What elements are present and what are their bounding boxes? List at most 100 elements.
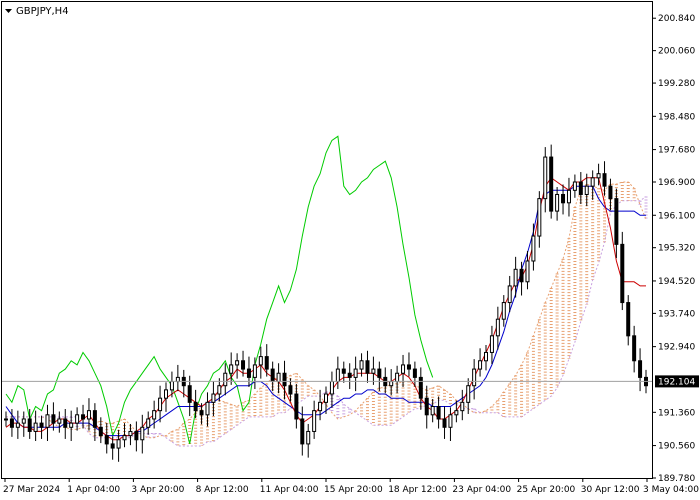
- candle-body: [258, 356, 263, 366]
- candle-body: [632, 335, 637, 362]
- y-tick-label: 197.680: [658, 146, 695, 156]
- candle-body: [501, 302, 506, 320]
- x-tick-label: 1 Apr 04:00: [67, 485, 120, 495]
- candle-body: [264, 356, 269, 370]
- candle-body: [75, 414, 80, 424]
- x-tick-label: 3 Apr 20:00: [131, 485, 184, 495]
- x-tick-label: 8 Apr 12:00: [196, 485, 249, 495]
- x-tick-label: 30 Apr 12:00: [581, 485, 640, 495]
- candle-body: [436, 405, 441, 420]
- candle-body: [241, 360, 246, 370]
- candle-body: [169, 381, 174, 391]
- x-tick-label: 11 Apr 04:00: [260, 485, 319, 495]
- x-tick-label: 25 Apr 20:00: [517, 485, 576, 495]
- candle-body: [365, 360, 370, 374]
- candle-body: [104, 435, 109, 445]
- price-chart[interactable]: 200.840 200.060 199.280 198.480 197.680 196.9…: [0, 0, 700, 500]
- candle-body: [235, 360, 240, 366]
- candle-body: [282, 372, 287, 387]
- y-tick-label: 191.360: [658, 408, 695, 418]
- candle-body: [140, 426, 145, 441]
- candle-body: [561, 193, 566, 204]
- candle-body: [300, 418, 305, 445]
- candle-body: [395, 372, 400, 383]
- candle-body: [406, 364, 411, 370]
- candle-body: [572, 181, 577, 191]
- candle-body: [116, 439, 121, 449]
- candle-body: [484, 351, 488, 362]
- candle-body: [57, 418, 62, 424]
- candle-body: [626, 302, 631, 337]
- candle-body: [430, 405, 435, 416]
- candle-body: [318, 401, 323, 412]
- price-tag-label: 192.104: [658, 377, 695, 387]
- candle-body: [442, 418, 447, 428]
- candle-body: [418, 376, 423, 399]
- candle-body: [525, 260, 530, 283]
- candle-body: [152, 410, 157, 420]
- y-tick-label: 192.940: [658, 343, 695, 353]
- candle-body: [4, 418, 8, 421]
- x-tick-label: 23 Apr 04:00: [452, 485, 511, 495]
- y-tick-label: 196.900: [658, 178, 695, 188]
- candle-body: [39, 422, 44, 428]
- candle-body: [306, 430, 311, 445]
- candle-body: [454, 410, 459, 416]
- x-tick-label: 27 Mar 2024: [3, 485, 60, 495]
- candle-body: [110, 443, 115, 449]
- y-tick-label: 199.280: [658, 79, 695, 89]
- candle-body: [324, 393, 328, 403]
- candle-body: [543, 156, 548, 200]
- candle-body: [584, 185, 589, 195]
- candle-body: [205, 401, 210, 416]
- candle-body: [424, 397, 429, 416]
- candle-body: [566, 189, 571, 204]
- y-tick-label: 193.740: [658, 309, 695, 319]
- candle-body: [294, 393, 299, 420]
- price-axis[interactable]: 200.840 200.060 199.280 198.480 197.680 196.9…: [652, 14, 695, 484]
- candle-body: [602, 173, 607, 187]
- candle-body: [489, 335, 494, 353]
- y-tick-label: 194.520: [658, 277, 695, 287]
- candle-body: [614, 198, 619, 245]
- candle-body: [217, 385, 222, 395]
- candle-body: [252, 364, 257, 378]
- candle-body: [211, 393, 216, 403]
- candle-body: [86, 410, 91, 420]
- y-tick-label: 196.100: [658, 211, 695, 221]
- candle-body: [513, 268, 518, 287]
- candle-body: [537, 198, 542, 237]
- candle-body: [389, 381, 394, 387]
- candle-body: [9, 418, 14, 428]
- candle-body: [27, 418, 32, 432]
- candle-body: [288, 385, 293, 395]
- candle-body: [199, 410, 204, 416]
- candle-body: [63, 418, 68, 428]
- candle-body: [134, 430, 139, 441]
- candle-body: [69, 422, 74, 428]
- candle-body: [341, 368, 346, 374]
- candle-body: [193, 401, 198, 412]
- candle-body: [359, 360, 364, 370]
- chart-background: [0, 0, 700, 500]
- candle-body: [223, 372, 228, 387]
- y-tick-label: 195.320: [658, 244, 695, 254]
- candle-body: [578, 181, 583, 195]
- candle-body: [229, 364, 234, 374]
- candle-body: [187, 385, 192, 403]
- candle-body: [21, 418, 26, 424]
- candle-body: [312, 410, 317, 432]
- candle-body: [549, 156, 554, 212]
- candle-body: [33, 422, 38, 432]
- symbol-label: GBPJPY,H4: [16, 6, 69, 17]
- candle-body: [347, 372, 352, 378]
- candle-body: [466, 385, 471, 403]
- candle-body: [507, 285, 512, 304]
- candle-body: [638, 360, 643, 378]
- x-tick-label: 18 Apr 12:00: [388, 485, 447, 495]
- y-tick-label: 200.840: [658, 14, 695, 24]
- y-tick-label: 200.060: [658, 47, 695, 57]
- candle-body: [460, 401, 465, 412]
- candle-body: [92, 410, 97, 428]
- x-tick-label: 3 May 04:00: [643, 485, 699, 495]
